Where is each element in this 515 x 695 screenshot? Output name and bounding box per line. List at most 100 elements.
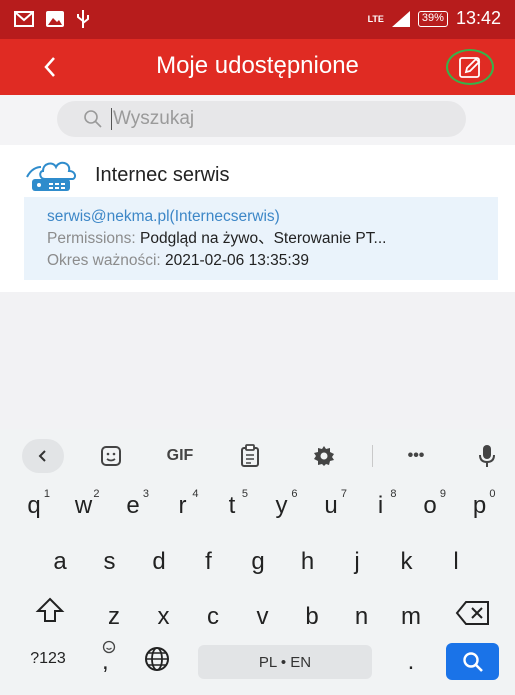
- validity-line: Okres ważności: 2021-02-06 13:35:39: [47, 250, 498, 272]
- key-j[interactable]: j: [339, 548, 375, 588]
- comma-key[interactable]: ,: [94, 640, 124, 680]
- key-l[interactable]: l: [438, 548, 474, 588]
- backspace-icon: [455, 601, 489, 625]
- key-z[interactable]: z: [96, 603, 132, 643]
- key-t[interactable]: t5: [214, 488, 250, 532]
- key-char: j: [354, 548, 360, 575]
- key-char: f: [205, 548, 212, 575]
- gif-button[interactable]: GIF: [156, 439, 204, 473]
- device-name: Internec serwis: [95, 163, 230, 186]
- key-char: c: [207, 603, 219, 630]
- settings-button[interactable]: [304, 439, 344, 473]
- share-detail-card[interactable]: serwis@nekma.pl(Internecserwis) Permissi…: [24, 197, 498, 280]
- key-x[interactable]: x: [146, 603, 182, 643]
- toolbar-divider: [372, 445, 373, 467]
- shift-key[interactable]: [32, 596, 68, 636]
- key-c[interactable]: c: [195, 603, 231, 643]
- key-y[interactable]: y6: [264, 488, 300, 532]
- more-button[interactable]: •••: [394, 439, 438, 473]
- validity-label: Okres ważności:: [47, 252, 161, 269]
- permissions-label: Permissions:: [47, 230, 136, 247]
- keyboard-collapse-button[interactable]: [22, 439, 64, 473]
- clock: 13:42: [455, 8, 501, 28]
- key-v[interactable]: v: [245, 603, 281, 643]
- search-icon: [84, 110, 102, 128]
- key-g[interactable]: g: [240, 548, 276, 588]
- signal-icon: [391, 10, 410, 27]
- key-char: x: [157, 603, 170, 630]
- key-b[interactable]: b: [294, 603, 330, 643]
- edit-button[interactable]: [446, 49, 494, 85]
- status-bar: LTE 39% 13:42: [0, 0, 515, 39]
- empty-area: [0, 292, 515, 429]
- key-s[interactable]: s: [92, 548, 128, 588]
- search-icon: [462, 651, 483, 672]
- search-input[interactable]: Wyszukaj: [57, 101, 466, 137]
- app-bar: Moje udostępnione: [0, 39, 515, 95]
- key-n[interactable]: n: [344, 603, 380, 643]
- gear-icon: [314, 446, 334, 466]
- key-h[interactable]: h: [290, 548, 326, 588]
- share-list: Internec serwis serwis@nekma.pl(Internec…: [0, 145, 515, 292]
- key-char: r: [178, 492, 187, 519]
- key-char: b: [305, 603, 319, 630]
- key-number-hint: 2: [93, 488, 100, 500]
- validity-value: 2021-02-06 13:35:39: [165, 252, 309, 269]
- globe-icon: [145, 647, 169, 671]
- key-m[interactable]: m: [393, 603, 429, 643]
- share-email: serwis@nekma.pl(Internecserwis): [47, 208, 280, 225]
- period-key[interactable]: .: [396, 648, 426, 682]
- permissions-line: Permissions: Podgląd na żywo、Sterowanie …: [47, 228, 498, 250]
- search-placeholder: Wyszukaj: [111, 108, 195, 130]
- key-number-hint: 4: [192, 488, 199, 500]
- clipboard-icon: [241, 444, 259, 467]
- microphone-icon: [479, 445, 495, 467]
- clipboard-button[interactable]: [230, 439, 270, 473]
- key-q[interactable]: q1: [16, 488, 52, 532]
- key-char: o: [423, 492, 437, 519]
- key-char: m: [401, 603, 421, 630]
- key-number-hint: 0: [489, 488, 496, 500]
- network-type: LTE: [367, 13, 384, 24]
- voice-input-button[interactable]: [467, 439, 507, 473]
- key-char: w: [74, 492, 93, 519]
- key-d[interactable]: d: [141, 548, 177, 588]
- key-char: n: [354, 603, 369, 630]
- search-area: Wyszukaj: [0, 95, 515, 145]
- key-a[interactable]: a: [42, 548, 78, 588]
- key-number-hint: 3: [142, 488, 149, 500]
- key-w[interactable]: w2: [66, 488, 102, 532]
- usb-icon: [77, 10, 89, 28]
- keyboard-toolbar: GIF •••: [0, 429, 515, 484]
- symbols-key[interactable]: ?123: [22, 650, 74, 680]
- key-u[interactable]: u7: [313, 488, 349, 532]
- key-o[interactable]: o9: [412, 488, 448, 532]
- key-char: d: [152, 548, 166, 575]
- sticker-button[interactable]: [91, 439, 131, 473]
- key-number-hint: 9: [439, 488, 446, 500]
- key-e[interactable]: e3: [115, 488, 151, 532]
- language-key[interactable]: [140, 645, 174, 679]
- key-number-hint: 7: [340, 488, 347, 500]
- key-char: g: [251, 548, 265, 575]
- search-enter-key[interactable]: [446, 643, 499, 680]
- key-p[interactable]: p0: [462, 488, 498, 532]
- key-number-hint: 1: [43, 488, 50, 500]
- key-char: z: [108, 603, 120, 630]
- key-char: v: [256, 603, 269, 630]
- key-r[interactable]: r4: [165, 488, 201, 532]
- page-title: Moje udostępnione: [156, 52, 359, 79]
- device-row[interactable]: Internec serwis: [23, 157, 230, 193]
- key-k[interactable]: k: [389, 548, 425, 588]
- cloud-recorder-icon: [26, 161, 77, 191]
- space-bar[interactable]: PL • EN: [198, 645, 372, 679]
- key-char: l: [453, 548, 459, 575]
- key-f[interactable]: f: [191, 548, 227, 588]
- gmail-icon: [14, 11, 34, 27]
- key-i[interactable]: i8: [363, 488, 399, 532]
- key-char: p: [472, 492, 487, 519]
- key-number-hint: 5: [241, 488, 248, 500]
- key-char: y: [275, 492, 288, 519]
- permissions-value: Podgląd na żywo、Sterowanie PT...: [140, 230, 387, 247]
- backspace-key[interactable]: [450, 600, 496, 640]
